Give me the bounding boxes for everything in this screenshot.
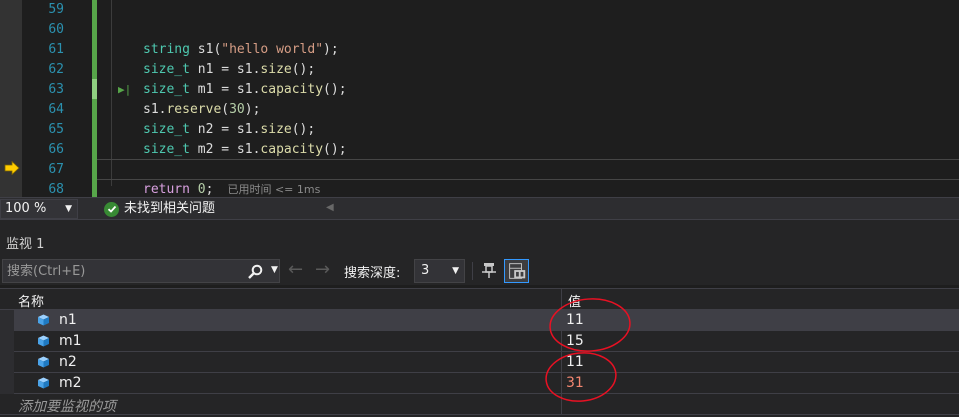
arrow-right-icon[interactable]: →	[315, 260, 330, 280]
view-tab-icon[interactable]	[504, 259, 529, 283]
line-number: 65	[48, 122, 64, 137]
code-line-68[interactable]: }	[97, 180, 959, 197]
search-options-chevron-icon[interactable]: ▼	[271, 265, 278, 275]
line-number: 59	[48, 2, 64, 17]
variable-cube-icon	[38, 314, 49, 326]
search-depth-label: 搜索深度:	[344, 266, 401, 281]
watch-toolbar: ▼ ← → 搜索深度: 3 ▼	[0, 257, 959, 285]
watch-item-value-changed[interactable]: 31	[566, 375, 584, 391]
line-number: 63	[48, 82, 64, 97]
table-row[interactable]: m1 15	[0, 331, 959, 352]
watch-item-value[interactable]: 15	[566, 333, 584, 349]
zoom-value: 100 %	[5, 201, 47, 216]
line-number: 67	[48, 162, 64, 177]
watch-grid: n1 11 m1 15 n2 11 m2 31 添加要监视的项	[0, 310, 959, 417]
table-row[interactable]: m2 31	[0, 373, 959, 394]
issues-indicator[interactable]: 未找到相关问题	[104, 200, 215, 218]
code-line-64[interactable]: size_t n2 = s1.size();	[97, 100, 959, 137]
toolbar-separator	[472, 262, 473, 280]
line-number: 68	[48, 182, 64, 197]
check-circle-icon	[104, 201, 119, 217]
code-area[interactable]: string s1("hello world"); size_t n1 = s1…	[97, 0, 959, 197]
pin-icon[interactable]	[480, 261, 498, 279]
code-line-60[interactable]: string s1("hello world");	[97, 20, 959, 57]
watch-item-name: n1	[59, 312, 77, 328]
code-line-67-current[interactable]: return 0; 已用时间 <= 1ms	[97, 159, 959, 197]
variable-cube-icon	[38, 356, 49, 368]
add-watch-placeholder[interactable]: 添加要监视的项	[18, 396, 116, 416]
line-number: 61	[48, 42, 64, 57]
search-depth-select[interactable]: 3 ▼	[414, 259, 465, 283]
watch-window-header: 监视 1	[0, 219, 959, 257]
search-icon[interactable]	[247, 264, 265, 280]
current-statement-arrow-icon	[4, 161, 20, 175]
issues-text: 未找到相关问题	[124, 201, 216, 216]
column-header-value[interactable]: 值	[568, 291, 581, 310]
line-number: 66	[48, 142, 64, 157]
column-resizer[interactable]	[561, 289, 562, 311]
search-box[interactable]: ▼	[2, 259, 280, 283]
watch-window-title: 监视 1	[6, 237, 45, 252]
search-depth-value: 3	[421, 263, 430, 278]
variable-cube-icon	[38, 377, 49, 389]
line-number: 62	[48, 62, 64, 77]
code-line-62[interactable]: size_t m1 = s1.capacity();	[97, 60, 959, 97]
add-watch-row[interactable]: 添加要监视的项	[0, 394, 959, 415]
code-line-61[interactable]: size_t n1 = s1.size();	[97, 40, 959, 77]
editor-status-bar: 100 % ▼ 未找到相关问题 ◀	[0, 197, 959, 219]
table-row[interactable]: n2 11	[0, 352, 959, 373]
line-number: 60	[48, 22, 64, 37]
line-number-gutter: 59 60 61 62 63 64 65 66 67 68	[22, 0, 92, 197]
watch-item-value[interactable]: 11	[566, 354, 584, 370]
chevron-down-icon: ▼	[452, 266, 459, 276]
zoom-dropdown[interactable]: 100 % ▼	[0, 199, 78, 219]
chevron-down-icon: ▼	[65, 204, 72, 214]
search-input[interactable]	[7, 261, 237, 281]
scroll-left-icon[interactable]: ◀	[326, 202, 334, 213]
table-row[interactable]: n1 11	[0, 310, 959, 331]
watch-item-name: m1	[59, 333, 82, 349]
code-line-63[interactable]: s1.reserve(30);	[97, 80, 959, 117]
watch-item-value[interactable]: 11	[566, 312, 584, 328]
variable-cube-icon	[38, 335, 49, 347]
watch-grid-header: 名称 值	[0, 288, 959, 311]
arrow-left-icon[interactable]: ←	[288, 260, 303, 280]
code-line-65[interactable]: size_t m2 = s1.capacity();	[97, 120, 959, 157]
code-editor[interactable]: 59 60 61 62 63 64 65 66 67 68 ▶| string …	[0, 0, 959, 197]
watch-item-name: n2	[59, 354, 77, 370]
watch-item-name: m2	[59, 375, 82, 391]
column-header-name[interactable]: 名称	[18, 291, 44, 310]
line-number: 64	[48, 102, 64, 117]
